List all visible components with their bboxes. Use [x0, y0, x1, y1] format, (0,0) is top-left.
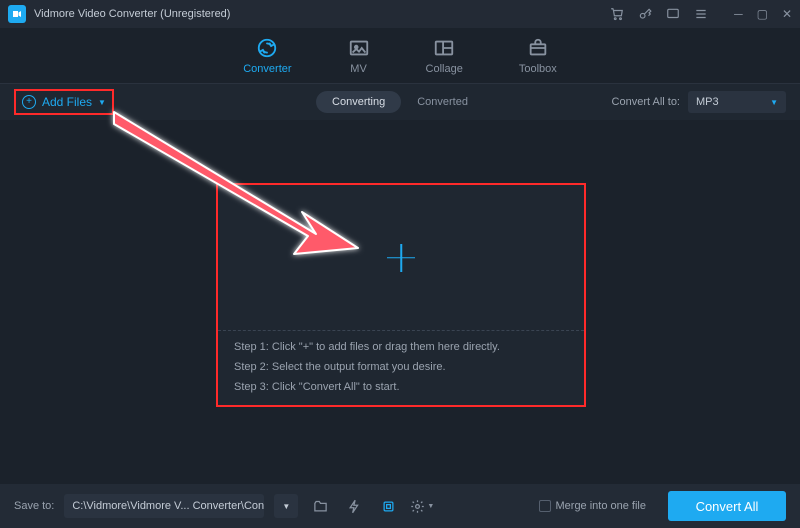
mv-icon — [348, 37, 370, 59]
step-1: Step 1: Click "+" to add files or drag t… — [234, 341, 568, 353]
menu-icon[interactable] — [694, 7, 708, 21]
status-tabs: Converting Converted — [316, 91, 484, 113]
output-format-select[interactable]: MP3 ▼ — [688, 91, 786, 113]
chevron-down-icon: ▼ — [770, 98, 778, 107]
app-logo-icon — [8, 5, 26, 23]
add-file-zone[interactable] — [218, 185, 584, 331]
tab-label: Collage — [426, 63, 463, 75]
step-2: Step 2: Select the output format you des… — [234, 361, 568, 373]
instructions: Step 1: Click "+" to add files or drag t… — [218, 331, 584, 405]
tab-mv[interactable]: MV — [348, 33, 370, 79]
add-files-button[interactable]: + Add Files ▼ — [14, 89, 114, 115]
save-to-label: Save to: — [14, 500, 54, 512]
maximize-icon[interactable]: ▢ — [757, 7, 768, 21]
tab-label: Converter — [243, 63, 291, 75]
tab-toolbox[interactable]: Toolbox — [519, 33, 557, 79]
collage-icon — [433, 37, 455, 59]
open-folder-icon[interactable] — [308, 494, 332, 518]
tab-label: MV — [350, 63, 367, 75]
toolbox-icon — [527, 37, 549, 59]
add-files-label: Add Files — [42, 95, 92, 109]
footer-bar: Save to: C:\Vidmore\Vidmore V... Convert… — [0, 484, 800, 528]
title-utility-icons — [610, 7, 708, 21]
feedback-icon[interactable] — [666, 7, 680, 21]
tab-label: Toolbox — [519, 63, 557, 75]
tab-converted[interactable]: Converted — [401, 91, 484, 113]
step-3: Step 3: Click "Convert All" to start. — [234, 381, 568, 393]
tab-converter[interactable]: Converter — [243, 33, 291, 79]
window-controls: ─ ▢ ✕ — [734, 7, 792, 21]
key-icon[interactable] — [638, 7, 652, 21]
app-title: Vidmore Video Converter (Unregistered) — [34, 8, 230, 20]
secondary-bar: + Add Files ▼ Converting Converted Conve… — [0, 84, 800, 120]
save-path-dropdown[interactable]: ▼ — [274, 494, 298, 518]
chevron-down-icon: ▼ — [98, 98, 106, 107]
main-tabs: Converter MV Collage Toolbox — [0, 28, 800, 84]
hardware-accel-icon[interactable] — [376, 494, 400, 518]
lightning-off-icon[interactable] — [342, 494, 366, 518]
drop-zone[interactable]: Step 1: Click "+" to add files or drag t… — [216, 183, 586, 407]
convert-all-to: Convert All to: MP3 ▼ — [612, 91, 786, 113]
convert-all-to-label: Convert All to: — [612, 96, 680, 108]
minimize-icon[interactable]: ─ — [734, 7, 743, 21]
output-format-value: MP3 — [696, 96, 719, 108]
settings-gear-icon[interactable]: ▼ — [410, 494, 434, 518]
tab-collage[interactable]: Collage — [426, 33, 463, 79]
merge-label: Merge into one file — [556, 500, 647, 512]
merge-checkbox[interactable]: Merge into one file — [539, 500, 647, 512]
converter-icon — [256, 37, 278, 59]
titlebar: Vidmore Video Converter (Unregistered) ─… — [0, 0, 800, 28]
convert-all-button[interactable]: Convert All — [668, 491, 786, 521]
plus-circle-icon: + — [22, 95, 36, 109]
checkbox-icon — [539, 500, 551, 512]
save-path-field[interactable]: C:\Vidmore\Vidmore V... Converter\Conver… — [64, 494, 264, 518]
tab-converting[interactable]: Converting — [316, 91, 401, 113]
cart-icon[interactable] — [610, 7, 624, 21]
plus-icon — [387, 244, 415, 272]
close-icon[interactable]: ✕ — [782, 7, 792, 21]
